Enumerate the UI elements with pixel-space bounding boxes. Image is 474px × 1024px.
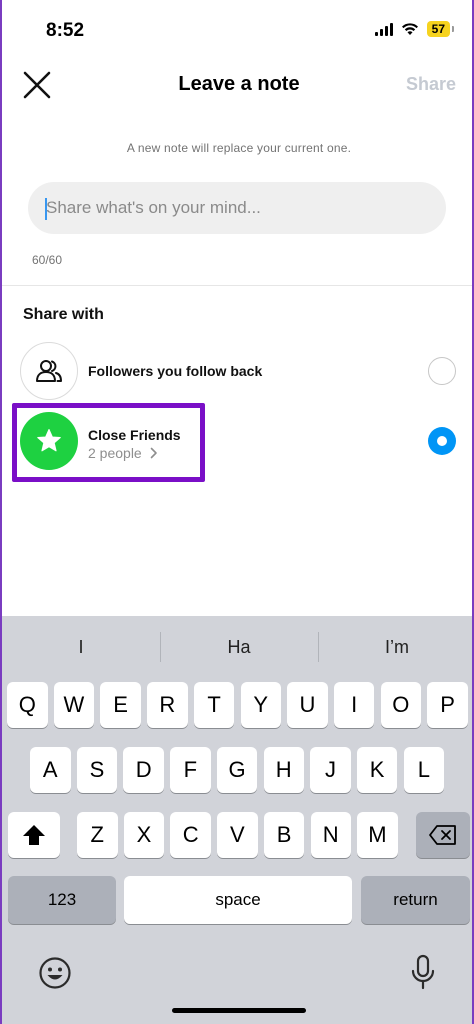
key-g[interactable]: G (216, 747, 258, 793)
key-s[interactable]: S (76, 747, 118, 793)
share-with-heading: Share with (23, 306, 104, 323)
key-n[interactable]: N (310, 812, 351, 858)
note-info-text: A new note will replace your current one… (126, 141, 352, 155)
home-indicator (172, 1008, 306, 1013)
wifi-icon (401, 23, 418, 35)
status-time: 8:52 (46, 20, 85, 41)
key-h[interactable]: H (263, 747, 304, 793)
key-j[interactable]: J (310, 747, 351, 793)
key-p[interactable]: P (427, 682, 468, 728)
radio-selected[interactable] (428, 427, 456, 455)
key-c[interactable]: C (170, 812, 211, 858)
cellular-signal-icon (374, 22, 393, 36)
character-counter: 60/60 (32, 253, 63, 267)
key-u[interactable]: U (287, 682, 328, 728)
suggestion-3[interactable]: I’m (318, 616, 472, 676)
key-o[interactable]: O (380, 682, 422, 728)
text-caret (45, 198, 47, 220)
backspace-key[interactable] (416, 812, 470, 858)
key-x[interactable]: X (123, 812, 165, 858)
note-input[interactable] (28, 182, 446, 234)
battery-indicator: 57 (426, 21, 455, 37)
chevron-right-icon (150, 447, 157, 459)
key-d[interactable]: D (123, 747, 164, 793)
backspace-icon (429, 825, 456, 845)
radio-unselected[interactable] (428, 357, 456, 385)
suggestion-2[interactable]: Ha (160, 616, 318, 676)
emoji-button[interactable] (38, 956, 72, 990)
space-key[interactable]: space (124, 876, 352, 924)
shift-key[interactable] (8, 812, 60, 858)
option-sublabel: 2 people (88, 445, 142, 461)
share-button[interactable]: Share (406, 74, 456, 95)
emoji-icon (39, 957, 71, 989)
screen: 8:52 57 Leave a note Share A new note wi… (0, 0, 474, 1024)
key-a[interactable]: A (30, 747, 71, 793)
key-z[interactable]: Z (77, 812, 118, 858)
suggestion-1[interactable]: I (2, 616, 160, 676)
star-icon (20, 412, 78, 470)
keyboard: I Ha I’m QWERTYUIOPASDFGHJKLZXCVBNM 123 … (2, 616, 472, 1024)
status-icons: 57 (374, 21, 455, 37)
close-friends-count-link[interactable]: 2 people (88, 445, 158, 461)
key-t[interactable]: T (193, 682, 235, 728)
option-label: Followers you follow back (88, 363, 263, 379)
key-f[interactable]: F (170, 747, 211, 793)
key-v[interactable]: V (217, 812, 258, 858)
option-close-friends[interactable]: Close Friends 2 people (2, 410, 472, 472)
key-k[interactable]: K (356, 747, 398, 793)
dictation-button[interactable] (408, 954, 438, 992)
close-icon (23, 71, 51, 99)
people-icon (20, 342, 78, 400)
key-l[interactable]: L (403, 747, 445, 793)
page-title: Leave a note (178, 73, 300, 95)
key-w[interactable]: W (53, 682, 95, 728)
microphone-icon (411, 954, 435, 990)
return-key[interactable]: return (361, 876, 470, 924)
key-i[interactable]: I (333, 682, 375, 728)
key-b[interactable]: B (263, 812, 305, 858)
divider (2, 285, 472, 286)
key-e[interactable]: E (100, 682, 141, 728)
key-q[interactable]: Q (7, 682, 48, 728)
shift-icon (23, 825, 45, 845)
radio-dot (437, 436, 447, 446)
key-m[interactable]: M (357, 812, 398, 858)
numbers-key[interactable]: 123 (8, 876, 116, 924)
key-y[interactable]: Y (240, 682, 281, 728)
option-label: Close Friends (88, 427, 181, 443)
option-followers-you-follow-back[interactable]: Followers you follow back (2, 340, 472, 402)
key-r[interactable]: R (147, 682, 188, 728)
close-button[interactable] (20, 68, 54, 102)
